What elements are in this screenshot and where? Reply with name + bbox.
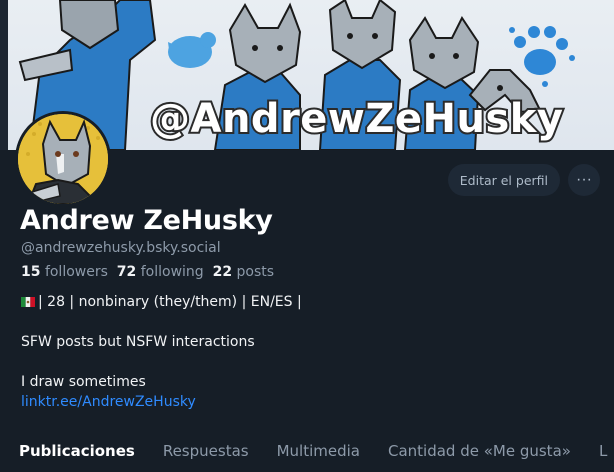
tab-publicaciones[interactable]: Publicaciones	[19, 434, 135, 460]
bio-line-2: SFW posts but NSFW interactions	[21, 334, 255, 350]
bio-line-3: I draw sometimes	[21, 374, 146, 390]
avatar[interactable]	[15, 111, 111, 207]
bio-line-1-text: | 28 | nonbinary (they/them) | EN/ES |	[38, 294, 302, 310]
tab-overflow[interactable]: L	[599, 434, 607, 460]
tab-likes[interactable]: Cantidad de «Me gusta»	[388, 434, 571, 460]
profile-bio: | 28 | nonbinary (they/them) | EN/ES | S…	[21, 292, 302, 412]
tab-multimedia[interactable]: Multimedia	[277, 434, 360, 460]
banner-edge	[0, 0, 8, 150]
display-name: Andrew ZeHusky	[20, 205, 273, 236]
profile-stats: 15 followers 72 following 22 posts	[21, 264, 274, 280]
following-stat[interactable]: 72 following	[117, 264, 204, 280]
profile-tabs: Publicaciones Respuestas Multimedia Cant…	[0, 434, 614, 472]
bio-spacer	[21, 352, 302, 372]
followers-label: followers	[44, 264, 108, 280]
profile-handle: @andrewzehusky.bsky.social	[21, 240, 221, 256]
twitter-bird-icon	[168, 32, 216, 68]
more-options-icon[interactable]: ···	[568, 164, 600, 196]
posts-count: 22	[212, 264, 233, 280]
bio-link[interactable]: linktr.ee/AndrewZeHusky	[21, 394, 196, 410]
flag-mexico-icon	[21, 297, 35, 307]
tab-respuestas[interactable]: Respuestas	[163, 434, 249, 460]
bio-line-1: | 28 | nonbinary (they/them) | EN/ES |	[21, 292, 302, 312]
following-count: 72	[116, 264, 137, 280]
followers-stat[interactable]: 15 followers	[21, 264, 108, 280]
following-label: following	[140, 264, 204, 280]
followers-count: 15	[21, 264, 41, 280]
edit-profile-button[interactable]: Editar el perfil	[447, 164, 560, 196]
avatar-husky-image	[18, 114, 108, 204]
posts-label: posts	[236, 264, 275, 280]
posts-stat: 22 posts	[213, 264, 274, 280]
profile-actions: Editar el perfil ···	[447, 164, 600, 196]
bio-spacer	[21, 312, 302, 332]
banner-handle-text: @AndrewZeHusky	[148, 94, 565, 144]
